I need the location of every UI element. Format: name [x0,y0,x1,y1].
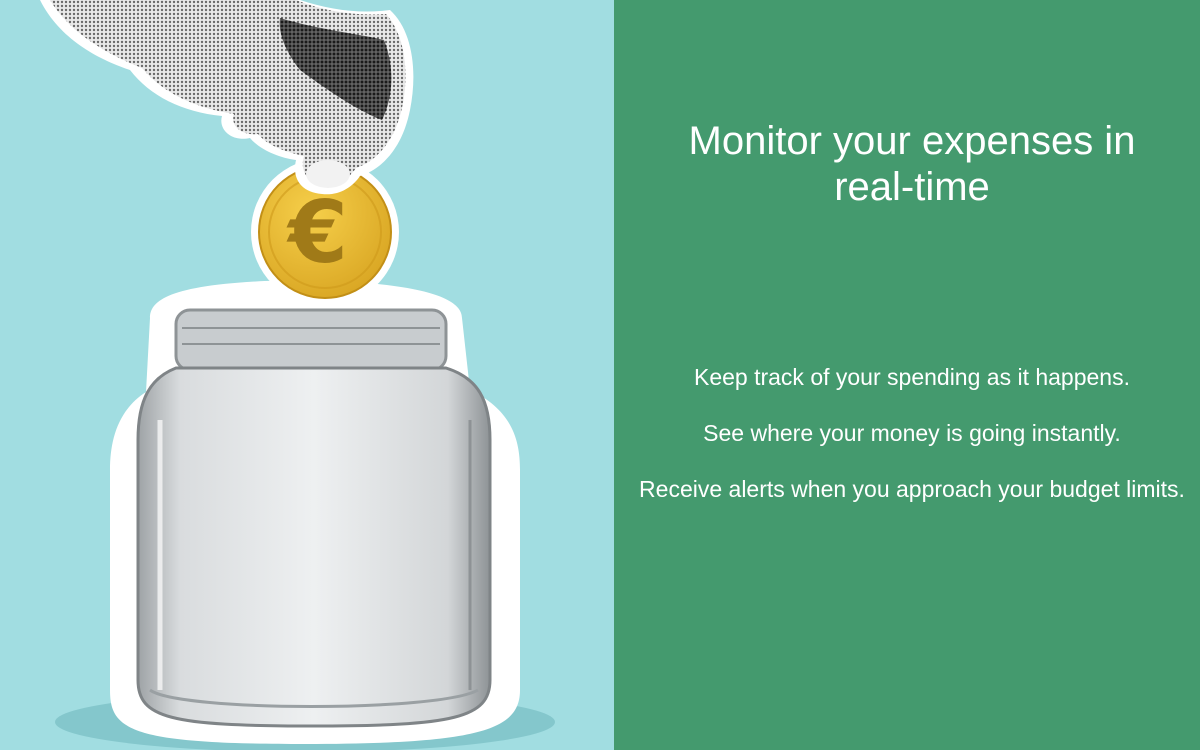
content-panel: Monitor your expenses in real-time Keep … [614,0,1200,750]
glass-jar-icon [136,308,492,728]
illustration: € [40,0,555,750]
list-item: Receive alerts when you approach your bu… [639,476,1185,502]
list-item: Keep track of your spending as it happen… [693,364,1130,390]
list-item: See where your money is going instantly. [703,420,1121,446]
illustration-panel: € [0,0,614,750]
bullet-list: Keep track of your spending as it happen… [624,364,1200,532]
slide: € Monitor your expenses in real-time Kee… [0,0,1200,750]
hand-icon [40,0,414,195]
euro-symbol: € [286,183,348,283]
slide-title: Monitor your expenses in real-time [688,119,1136,209]
